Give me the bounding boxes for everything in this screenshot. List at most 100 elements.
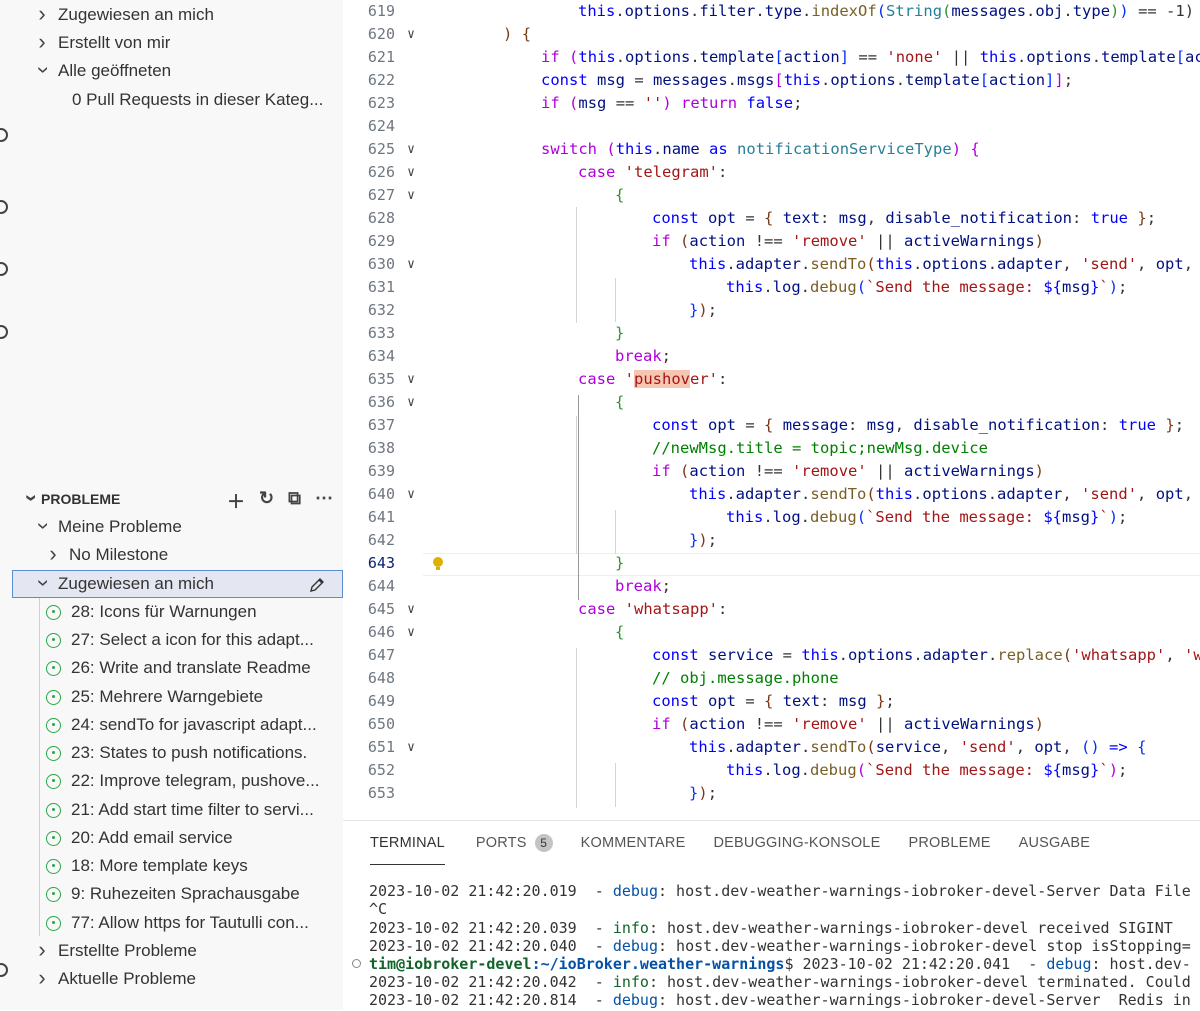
command-decoration-icon[interactable] bbox=[352, 959, 361, 968]
code-line: this.adapter.sendTo(this.options.adapter… bbox=[689, 485, 1194, 503]
activity-icon[interactable] bbox=[0, 128, 8, 142]
refresh-icon[interactable]: ↻ bbox=[259, 488, 274, 514]
code-line: const service = this.options.adapter.rep… bbox=[652, 646, 1200, 664]
plus-icon[interactable]: ＋ bbox=[227, 488, 245, 514]
issue-title: 18: More template keys bbox=[71, 856, 248, 875]
log-message: : host.dev- bbox=[1091, 955, 1191, 973]
activity-icon[interactable] bbox=[0, 325, 8, 339]
tab-problems[interactable]: PROBLEME bbox=[908, 821, 1006, 865]
code-line: break; bbox=[615, 347, 672, 365]
issue-title: 27: Select a icon for this adapt... bbox=[71, 630, 314, 649]
chevron-right-icon bbox=[34, 969, 50, 989]
log-message: : host.dev-weather-warnings-iobroker-dev… bbox=[658, 882, 1191, 900]
activity-icon[interactable] bbox=[0, 262, 8, 276]
terminal-line: 2023-10-02 21:42:20.019 - debug: host.de… bbox=[369, 882, 1191, 900]
chevron-down-icon bbox=[34, 517, 50, 537]
issue-title: 24: sendTo for javascript adapt... bbox=[71, 715, 317, 734]
issue-open-icon bbox=[46, 717, 61, 733]
chevron-right-icon bbox=[34, 5, 50, 25]
issue-item[interactable]: 22: Improve telegram, pushove... bbox=[12, 767, 343, 795]
code-line: if (action !== 'remove' || activeWarning… bbox=[652, 232, 1045, 250]
code-line: }); bbox=[689, 531, 718, 549]
code-line: case 'telegram': bbox=[578, 163, 728, 181]
log-level: debug bbox=[612, 991, 658, 1009]
tree-item-assigned[interactable]: Zugewiesen an mich bbox=[12, 1, 343, 29]
tree-item-created[interactable]: Erstellt von mir bbox=[12, 29, 343, 57]
log-level: info bbox=[612, 973, 649, 991]
issue-open-icon bbox=[46, 660, 61, 676]
chevron-right-icon bbox=[34, 33, 50, 53]
issue-item[interactable]: 26: Write and translate Readme bbox=[12, 654, 343, 682]
more-icon[interactable]: ⋯ bbox=[315, 488, 333, 514]
tree-item-label: Aktuelle Probleme bbox=[58, 969, 196, 988]
tree-item-label: Alle geöffneten bbox=[58, 61, 172, 80]
issue-open-icon bbox=[46, 886, 61, 902]
chevron-down-icon bbox=[34, 61, 50, 81]
tab-label: AUSGABE bbox=[1018, 835, 1091, 851]
log-time: 2023-10-02 21:42:20.039 bbox=[369, 919, 577, 937]
tree-item-my-problems[interactable]: Meine Probleme bbox=[12, 513, 343, 541]
issue-title: 25: Mehrere Warngebiete bbox=[71, 687, 264, 706]
code-editor[interactable]: 619 620 ∨ 621 622 623 624 625 ∨ 626 ∨ 627 ∨ 628 629 630… bbox=[343, 0, 1200, 820]
section-title: PROBLEME bbox=[41, 491, 121, 507]
issue-open-icon bbox=[46, 802, 61, 818]
log-time: $ 2023-10-02 21:42:20.041 bbox=[784, 955, 1011, 973]
issue-title: 77: Allow https for Tautulli con... bbox=[71, 913, 309, 932]
issue-title: 20: Add email service bbox=[71, 828, 233, 847]
issue-open-icon bbox=[46, 915, 61, 931]
issue-title: 26: Write and translate Readme bbox=[71, 658, 311, 677]
chevron-down-icon bbox=[22, 489, 38, 509]
issue-item[interactable]: 9: Ruhezeiten Sprachausgabe bbox=[12, 880, 343, 908]
line-number: 624 bbox=[367, 117, 395, 135]
issue-item[interactable]: 77: Allow https for Tautulli con... bbox=[12, 909, 343, 937]
issue-open-icon bbox=[46, 745, 61, 761]
prompt-path: :~/ioBroker.weather-warnings bbox=[531, 955, 785, 973]
log-message: : host.dev-weather-warnings-iobroker-dev… bbox=[648, 973, 1191, 991]
issue-item[interactable]: 18: More template keys bbox=[12, 852, 343, 880]
tree-item-all-open[interactable]: Alle geöffneten bbox=[12, 57, 343, 85]
collapse-icon[interactable]: ⧉ bbox=[288, 488, 301, 514]
chevron-right-icon bbox=[45, 545, 61, 565]
issue-open-icon bbox=[46, 830, 61, 846]
section-header-problems[interactable]: PROBLEME ＋ ↻ ⧉ ⋯ bbox=[12, 485, 343, 513]
code-line: if (action !== 'remove' || activeWarning… bbox=[652, 715, 1045, 733]
code-line: const opt = { text: msg, disable_notific… bbox=[652, 209, 1157, 227]
activity-icon[interactable] bbox=[0, 200, 8, 214]
activity-bar bbox=[0, 0, 12, 1010]
tab-comments[interactable]: KOMMENTARE bbox=[581, 821, 702, 865]
tree-item-current-problems[interactable]: Aktuelle Probleme bbox=[12, 965, 343, 993]
issue-item[interactable]: 27: Select a icon for this adapt... bbox=[12, 626, 343, 654]
tree-item-assigned-to-me[interactable]: Zugewiesen an mich bbox=[12, 570, 343, 598]
code-line: this.options.filter.type.indexOf(String(… bbox=[578, 2, 1195, 20]
code-line: this.log.debug(`Send the message: ${msg}… bbox=[726, 761, 1128, 779]
log-time: 2023-10-02 21:42:20.019 bbox=[369, 882, 577, 900]
issue-item[interactable]: 23: States to push notifications. bbox=[12, 739, 343, 767]
tab-terminal[interactable]: TERMINAL bbox=[370, 821, 445, 865]
bottom-panel: TERMINAL PORTS 5 KOMMENTARE DEBUGGING-KON… bbox=[343, 820, 1200, 1011]
code-line: const opt = { text: msg }; bbox=[652, 692, 895, 710]
code-line: this.adapter.sendTo(this.options.adapter… bbox=[689, 255, 1194, 273]
issue-item[interactable]: 28: Icons für Warnungen bbox=[12, 598, 343, 626]
issue-item[interactable]: 21: Add start time filter to servi... bbox=[12, 796, 343, 824]
tab-debug-console[interactable]: DEBUGGING-KONSOLE bbox=[713, 821, 896, 865]
code-line: if (this.options.template[action] == 'no… bbox=[541, 48, 1200, 66]
log-time: 2023-10-02 21:42:20.042 bbox=[369, 973, 577, 991]
code-line: break; bbox=[615, 577, 672, 595]
edit-icon[interactable] bbox=[308, 576, 326, 594]
issue-title: 28: Icons für Warnungen bbox=[71, 602, 257, 621]
activity-icon[interactable] bbox=[0, 963, 8, 977]
issue-item[interactable]: 20: Add email service bbox=[12, 824, 343, 852]
tree-item-label: No Milestone bbox=[69, 545, 169, 564]
issue-open-icon bbox=[46, 604, 61, 620]
tab-output[interactable]: AUSGABE bbox=[1019, 821, 1107, 865]
issue-item[interactable]: 25: Mehrere Warngebiete bbox=[12, 683, 343, 711]
log-level: debug bbox=[612, 937, 658, 955]
terminal-line: ^C bbox=[369, 900, 388, 918]
tab-ports[interactable]: PORTS 5 bbox=[476, 821, 569, 865]
tree-item-empty: 0 Pull Requests in dieser Kateg... bbox=[12, 86, 343, 114]
issue-item[interactable]: 24: sendTo for javascript adapt... bbox=[12, 711, 343, 739]
tree-item-no-milestone[interactable]: No Milestone bbox=[12, 541, 343, 569]
log-message: : host.dev-weather-warnings-iobroker-dev… bbox=[658, 991, 1191, 1009]
tree-item-created-problems[interactable]: Erstellte Probleme bbox=[12, 937, 343, 965]
terminal-prompt-line: tim@iobroker-devel:~/ioBroker.weather-wa… bbox=[369, 955, 1191, 973]
